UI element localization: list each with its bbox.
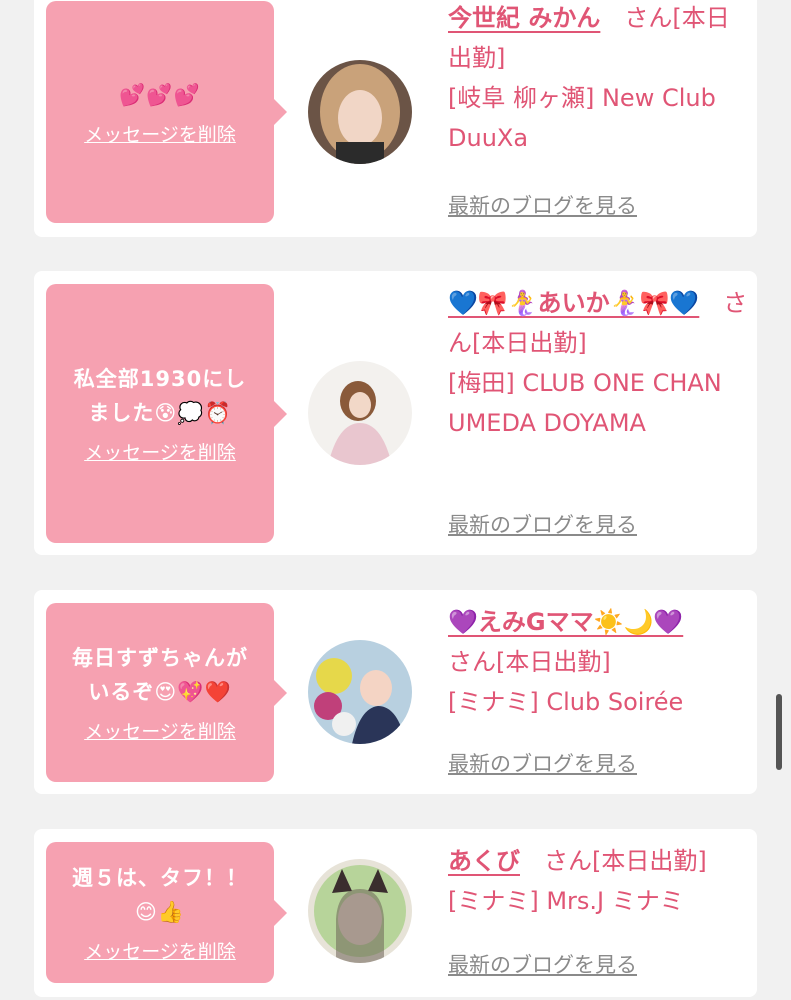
delete-message-link[interactable]: メッセージを削除 <box>84 120 236 147</box>
message-bubble: 私全部1930にし ました😰💭⏰ メッセージを削除 <box>46 284 287 543</box>
cast-info: 💙🎀🧜‍♀️あいか🧜‍♀️🎀💙 さん[本日出勤] [梅田] CLUB ONE C… <box>448 283 748 443</box>
message-card: 私全部1930にし ました😰💭⏰ メッセージを削除 💙🎀🧜‍♀️あいか🧜‍♀️🎀… <box>34 271 757 555</box>
cast-name-line: 💜えみGママ☀️🌙💜 <box>448 602 748 642</box>
cast-name-link[interactable]: 今世紀 みかん <box>448 4 600 32</box>
avatar[interactable] <box>308 361 412 465</box>
cast-info: あくび さん[本日出勤] [ミナミ] Mrs.J ミナミ <box>448 841 748 921</box>
cast-status: さん[本日出勤] <box>448 648 611 676</box>
message-card: 毎日すずちゃんが いるぞ😍💖❤️ メッセージを削除 💜えみGママ☀️🌙💜 さん[… <box>34 590 757 794</box>
cast-name-line: あくび さん[本日出勤] <box>448 841 748 881</box>
latest-blog-link[interactable]: 最新のブログを見る <box>448 949 637 979</box>
shop-name: [ミナミ] Mrs.J ミナミ <box>448 887 684 915</box>
message-bubble: 💕💕💕 メッセージを削除 <box>46 1 287 223</box>
scrollbar[interactable] <box>776 694 782 770</box>
shop-name: [ミナミ] Club Soirée <box>448 688 684 716</box>
latest-blog-link[interactable]: 最新のブログを見る <box>448 748 637 778</box>
message-text: 私全部1930にし <box>73 367 247 391</box>
cast-name-link[interactable]: 💜えみGママ☀️🌙💜 <box>448 608 683 636</box>
avatar[interactable] <box>308 859 412 963</box>
shop-name: [梅田] CLUB ONE CHAN UMEDA DOYAMA <box>448 369 722 437</box>
cast-name-line: 💙🎀🧜‍♀️あいか🧜‍♀️🎀💙 さん[本日出勤] <box>448 283 748 363</box>
delete-message-link[interactable]: メッセージを削除 <box>84 717 236 744</box>
cast-name-link[interactable]: 💙🎀🧜‍♀️あいか🧜‍♀️🎀💙 <box>448 289 699 317</box>
delete-message-link[interactable]: メッセージを削除 <box>84 438 236 465</box>
message-text: 😊👍 <box>134 900 186 924</box>
cast-info: 💜えみGママ☀️🌙💜 さん[本日出勤] [ミナミ] Club Soirée <box>448 602 748 722</box>
message-text: いるぞ😍💖❤️ <box>88 680 232 704</box>
message-bubble: 毎日すずちゃんが いるぞ😍💖❤️ メッセージを削除 <box>46 603 287 782</box>
message-text: 週５は、タフ！！ <box>72 866 248 890</box>
shop-name: [岐阜 柳ヶ瀬] New Club DuuXa <box>448 84 716 152</box>
cast-info: 今世紀 みかん さん[本日出勤] [岐阜 柳ヶ瀬] New Club DuuXa <box>448 0 748 158</box>
message-text: ました😰💭⏰ <box>88 401 232 425</box>
avatar[interactable] <box>308 640 412 744</box>
message-text: 💕💕💕 <box>119 82 201 107</box>
latest-blog-link[interactable]: 最新のブログを見る <box>448 509 637 539</box>
message-card: 💕💕💕 メッセージを削除 今世紀 みかん さん[本日出勤] [岐阜 柳ヶ瀬] N… <box>34 0 757 237</box>
cast-name-line: 今世紀 みかん さん[本日出勤] <box>448 0 748 78</box>
message-text: 毎日すずちゃんが <box>72 646 248 670</box>
message-bubble: 週５は、タフ！！ 😊👍 メッセージを削除 <box>46 842 287 983</box>
cast-name-link[interactable]: あくび <box>448 847 520 875</box>
message-card: 週５は、タフ！！ 😊👍 メッセージを削除 あくび さん[本日出勤] [ミナミ] … <box>34 829 757 997</box>
cast-status: さん[本日出勤] <box>520 847 707 875</box>
delete-message-link[interactable]: メッセージを削除 <box>84 937 236 964</box>
avatar[interactable] <box>308 60 412 164</box>
latest-blog-link[interactable]: 最新のブログを見る <box>448 190 637 220</box>
